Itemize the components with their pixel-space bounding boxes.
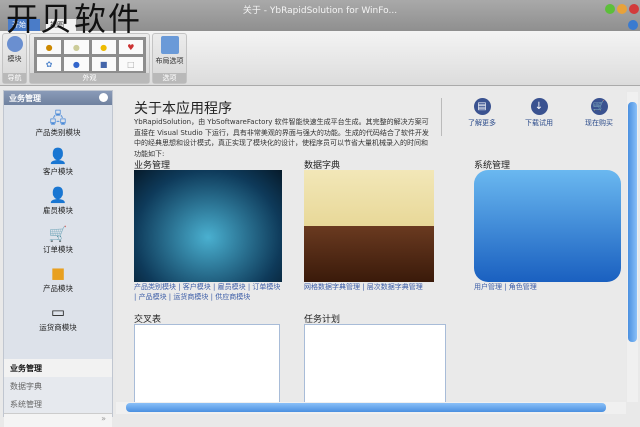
module-list: 🖧 产品类别模块 👤 客户模块 👤 雇员模块 🛒 订单模块 ■ 产品模块 ▭ 运货商模块: [4, 105, 112, 343]
download-icon: ↓: [530, 98, 548, 115]
nav-system[interactable]: 系统管理: [4, 395, 112, 413]
sidebar-item-product-category[interactable]: 🖧 产品类别模块: [4, 105, 112, 144]
buy-now-button[interactable]: 🛒 现在购买: [574, 98, 624, 128]
collapse-icon[interactable]: [99, 93, 108, 102]
skin-gallery[interactable]: ● ● ● ♥ ✿ ● ■ □: [34, 37, 146, 74]
system-links[interactable]: 用户管理 | 角色管理: [474, 283, 537, 293]
learn-more-button[interactable]: ▤ 了解更多: [457, 98, 507, 128]
content-area: 关于本应用程序 YbRapidSolution，由 YbSoftwareFact…: [116, 90, 626, 404]
title-bar: 关于 - YbRapidSolution for WinFo... 开贝软件 开…: [0, 0, 640, 38]
skin-icon[interactable]: ●: [64, 57, 89, 71]
skin-icon[interactable]: □: [118, 57, 143, 71]
layout-gear-icon: [160, 36, 179, 54]
employee-icon: 👤: [48, 186, 68, 204]
skin-icon[interactable]: ●: [64, 40, 89, 54]
watermark: 开贝软件: [6, 0, 143, 38]
sidebar-item-customer[interactable]: 👤 客户模块: [4, 144, 112, 183]
card-icon: ▭: [50, 303, 66, 321]
scheduler-screenshot[interactable]: [304, 324, 446, 404]
crosstab-screenshot[interactable]: [134, 324, 280, 404]
skin-icon[interactable]: ✿: [37, 57, 62, 71]
sidebar-item-shipper[interactable]: ▭ 运货商模块: [4, 300, 112, 339]
group-appearance: ● ● ● ♥ ✿ ● ■ □ 外观: [29, 33, 150, 84]
vertical-scrollbar[interactable]: [627, 92, 638, 402]
group-label: 外观: [30, 73, 149, 83]
group-label: 选项: [153, 73, 186, 83]
business-links[interactable]: 产品类别模块 | 客户模块 | 雇员模块 | 订单模块 | 产品模块 | 运货商…: [134, 283, 284, 302]
sidebar-item-employee[interactable]: 👤 雇员模块: [4, 183, 112, 222]
group-navigation: 模块 导航: [2, 33, 27, 84]
group-options: 布局选项 选项: [152, 33, 187, 84]
cart-icon: 🛒: [590, 98, 608, 115]
nav-business[interactable]: 业务管理: [4, 359, 112, 377]
person-icon: 👤: [48, 147, 68, 165]
dictionary-links[interactable]: 网格数据字典管理 | 层次数据字典管理: [304, 283, 423, 293]
divider: [441, 98, 442, 136]
sidebar-header[interactable]: 业务管理: [4, 91, 112, 105]
skin-icon[interactable]: ■: [91, 57, 116, 71]
scroll-thumb[interactable]: [628, 102, 637, 342]
download-button[interactable]: ↓ 下载试用: [514, 98, 564, 128]
users-icon[interactable]: [474, 170, 621, 282]
horizontal-scrollbar[interactable]: [116, 402, 626, 414]
page-title: 关于本应用程序: [134, 101, 232, 117]
dictionary-image[interactable]: [304, 170, 434, 282]
minimize-button[interactable]: [605, 4, 615, 14]
skin-icon[interactable]: ♥: [118, 40, 143, 54]
group-label: 导航: [3, 73, 26, 83]
expand-nav-button[interactable]: »: [4, 413, 112, 427]
sidebar-item-product[interactable]: ■ 产品模块: [4, 261, 112, 300]
skin-icon[interactable]: ●: [37, 40, 62, 54]
network-icon: 🖧: [49, 109, 67, 127]
box-icon: ■: [50, 264, 66, 282]
scroll-thumb[interactable]: [126, 403, 606, 412]
description: YbRapidSolution，由 YbSoftwareFactory 软件智能…: [134, 118, 429, 158]
sidebar-item-order[interactable]: 🛒 订单模块: [4, 222, 112, 261]
layout-options-button[interactable]: 布局选项: [153, 34, 186, 66]
book-icon: ▤: [473, 98, 491, 115]
sidebar: 业务管理 🖧 产品类别模块 👤 客户模块 👤 雇员模块 🛒 订单模块 ■ 产品模块 ▭ 运货…: [3, 90, 113, 427]
maximize-button[interactable]: [617, 4, 627, 14]
cart-icon: 🛒: [48, 225, 68, 243]
business-screenshot[interactable]: [134, 170, 282, 282]
skin-icon[interactable]: ●: [91, 40, 116, 54]
help-icon[interactable]: [628, 20, 638, 30]
nav-dictionary[interactable]: 数据字典: [4, 377, 112, 395]
close-button[interactable]: [629, 4, 639, 14]
